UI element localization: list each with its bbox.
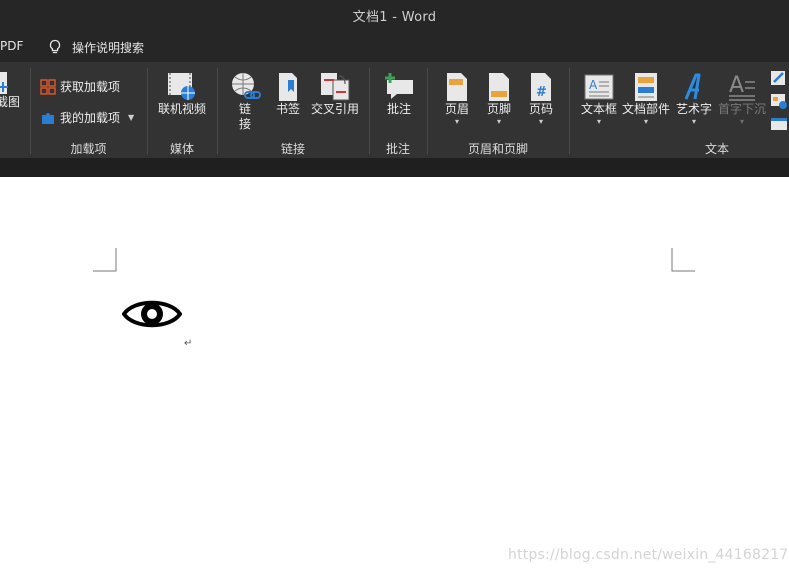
ribbon-insert: 截图 获取加载项 我的加载项 ▼ 加载项 联机视频 媒体 链 接 书签 交叉引用…: [0, 62, 789, 158]
drop-cap-dropdown-icon: ▾: [739, 117, 744, 126]
header-icon: [447, 73, 467, 101]
tell-me-search[interactable]: 操作说明搜索: [48, 38, 144, 56]
svg-text:A: A: [729, 73, 744, 98]
date-time-icon[interactable]: [770, 92, 788, 110]
screenshot-label: 截图: [0, 95, 20, 109]
header-label: 页眉: [444, 102, 469, 116]
svg-text:A: A: [589, 78, 598, 92]
bookmark-label: 书签: [275, 102, 300, 116]
link-globe-icon: [232, 73, 261, 99]
wordart-button[interactable]: 艺术字 ▾: [674, 72, 714, 127]
signature-line-icon[interactable]: [770, 69, 788, 87]
quick-parts-label: 文档部件: [621, 102, 670, 116]
watermark-text: https://blog.csdn.net/weixin_44168217: [508, 547, 789, 563]
my-addins-button[interactable]: 我的加载项 ▼: [40, 109, 134, 126]
page-number-button[interactable]: # 页码 ▾: [524, 72, 558, 127]
group-label-addins: 加载项: [70, 142, 107, 156]
screenshot-button[interactable]: 截图: [0, 70, 20, 110]
textbox-dropdown-icon: ▾: [596, 117, 601, 126]
cross-reference-icon: [321, 73, 350, 101]
title-bar: 文档1 - Word: [0, 0, 789, 32]
header-button[interactable]: 页眉 ▾: [440, 72, 474, 127]
textbox-icon: A: [584, 74, 614, 100]
wordart-icon: [684, 73, 701, 100]
window-title: 文档1 - Word: [352, 10, 437, 25]
ribbon-bottom-bar: [0, 158, 789, 177]
paragraph-mark: ↵: [184, 338, 193, 349]
my-addins-label: 我的加载项: [60, 111, 121, 125]
puzzle-icon: [42, 112, 54, 124]
margin-corner-top-left: [93, 248, 117, 272]
screenshot-icon: [0, 72, 8, 94]
object-icon[interactable]: [770, 115, 788, 133]
my-addins-dropdown-icon[interactable]: ▼: [128, 113, 134, 122]
quick-parts-dropdown-icon: ▾: [643, 117, 648, 126]
svg-text:#: #: [536, 85, 547, 100]
link-label-2: 接: [238, 117, 251, 131]
new-comment-button[interactable]: 批注: [378, 72, 420, 117]
bookmark-icon: [279, 73, 297, 101]
get-addins-label: 获取加载项: [60, 80, 121, 94]
page-number-icon: #: [531, 73, 551, 101]
wordart-dropdown-icon: ▾: [691, 117, 696, 126]
drop-cap-icon: A: [729, 73, 755, 101]
bookmark-button[interactable]: 书签: [270, 72, 306, 117]
document-page[interactable]: [0, 177, 789, 575]
tab-pdf[interactable]: PDF: [0, 39, 23, 53]
cross-reference-button[interactable]: 交叉引用: [308, 72, 362, 117]
online-video-button[interactable]: 联机视频: [152, 72, 212, 117]
new-comment-icon: [385, 73, 413, 99]
new-comment-label: 批注: [386, 102, 411, 116]
group-label-text: 文本: [704, 142, 729, 156]
group-label-comments: 批注: [385, 142, 410, 156]
footer-label: 页脚: [486, 102, 511, 116]
cross-reference-label: 交叉引用: [310, 102, 359, 116]
lightbulb-icon: [49, 39, 61, 54]
online-video-icon: [168, 73, 195, 100]
footer-button[interactable]: 页脚 ▾: [482, 72, 516, 127]
margin-corner-top-right: [671, 248, 695, 272]
get-addins-button[interactable]: 获取加载项: [40, 78, 120, 95]
footer-icon: [489, 73, 509, 101]
link-button[interactable]: 链 接: [226, 72, 264, 132]
quick-parts-button[interactable]: 文档部件 ▾: [621, 72, 671, 127]
group-label-header-footer: 页眉和页脚: [467, 142, 528, 156]
textbox-label: 文本框: [580, 102, 617, 116]
quick-parts-icon: [635, 73, 657, 101]
page-number-dropdown-icon: ▾: [538, 117, 543, 126]
drop-cap-label: 首字下沉: [717, 102, 766, 116]
wordart-label: 艺术字: [675, 102, 712, 116]
online-video-label: 联机视频: [157, 102, 206, 116]
header-dropdown-icon: ▾: [454, 117, 459, 126]
textbox-button[interactable]: A 文本框 ▾: [578, 72, 620, 127]
tell-me-label: 操作说明搜索: [72, 40, 145, 55]
eye-icon[interactable]: [122, 294, 182, 334]
drop-cap-button[interactable]: A 首字下沉 ▾: [716, 72, 768, 127]
tab-row: PDF 操作说明搜索: [0, 32, 789, 62]
store-icon: [40, 78, 56, 95]
group-label-media: 媒体: [169, 142, 194, 156]
link-label-1: 链: [238, 102, 251, 116]
page-number-label: 页码: [528, 102, 553, 116]
group-label-links: 链接: [280, 142, 305, 156]
footer-dropdown-icon: ▾: [496, 117, 501, 126]
